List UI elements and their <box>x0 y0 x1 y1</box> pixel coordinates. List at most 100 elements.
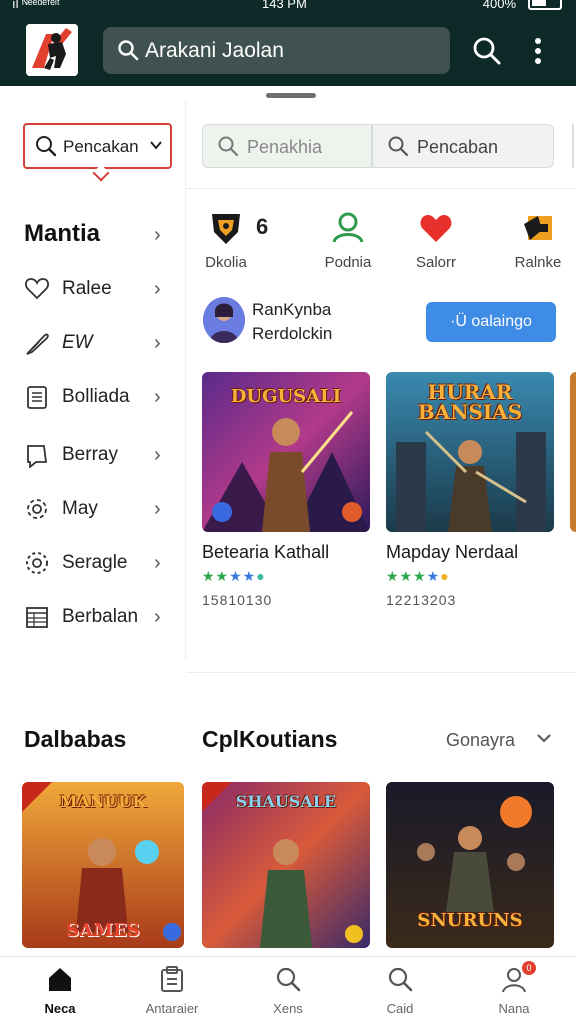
game-card[interactable]: MANUUK SAMES <box>22 782 184 948</box>
category-item[interactable]: Dkolia <box>186 206 266 276</box>
feather-icon <box>24 330 50 356</box>
search-icon <box>35 135 57 162</box>
nav-label: Caid <box>386 1001 414 1016</box>
drag-handle[interactable] <box>266 93 316 98</box>
sidebar-item-label: Ralee <box>62 278 112 299</box>
category-label: Ralnke <box>514 254 562 271</box>
search-icon <box>117 39 139 67</box>
nav-item-profile[interactable]: 0 Nana <box>466 957 562 1024</box>
sidebar-heading: Mantia <box>24 220 101 247</box>
nav-item-clipboard[interactable]: Antaraier <box>124 957 220 1024</box>
sidebar-item[interactable]: Bolliada › <box>0 376 186 420</box>
rating-stars: ★★★★● <box>202 568 266 584</box>
rating-stars: ★★★★● <box>386 568 450 584</box>
sidebar-item[interactable]: May › <box>0 488 186 532</box>
game-thumbnail[interactable]: SNURUNS <box>386 782 554 948</box>
sidebar-item-label: Seragle <box>62 552 128 573</box>
profile-subtitle: Rerdolckin <box>252 324 333 343</box>
nav-label: Nana <box>498 1001 530 1016</box>
game-thumbnail[interactable]: SHAUSALE <box>202 782 370 948</box>
sidebar-item[interactable]: EW › <box>0 322 186 366</box>
chevron-right-icon: › <box>154 552 161 574</box>
game-card[interactable]: DUGUSALI Betearia Kathall ★★★★● 15810130 <box>202 372 372 612</box>
section-title: CplKoutians <box>202 726 338 752</box>
search-input[interactable]: Arakani Jaolan <box>103 27 450 74</box>
heart-icon <box>418 210 454 246</box>
settings-icon <box>24 550 50 576</box>
search-query: Arakani Jaolan <box>145 39 284 62</box>
avatar[interactable] <box>203 297 245 343</box>
chevron-right-icon: › <box>154 332 161 354</box>
app-bar: Arakani Jaolan <box>0 14 576 86</box>
nav-item-search-2[interactable]: Caid <box>352 957 448 1024</box>
filter-scroll-edge <box>572 124 576 168</box>
category-item[interactable]: Ralnke <box>498 206 576 276</box>
thumbnail-title: DUGUSALI <box>230 386 342 407</box>
category-count: 6 <box>256 214 269 239</box>
heart-icon <box>24 276 50 302</box>
search-icon <box>386 965 414 993</box>
game-logo-icon <box>520 210 556 246</box>
filter-chip-1[interactable]: Penakhia <box>202 124 372 168</box>
gear-icon <box>24 496 50 522</box>
chevron-right-icon[interactable]: › <box>154 224 161 247</box>
download-count: 15810130 <box>202 592 273 608</box>
search-icon <box>387 135 409 162</box>
sidebar-item-label: Bolliada <box>62 386 130 407</box>
sidebar: Pencakan Mantia › Ralee › EW › Bolliada … <box>0 100 186 660</box>
thumbnail-title: HURAR BANSIAS <box>417 380 523 424</box>
game-card[interactable]: SHAUSALE <box>202 782 370 948</box>
divider <box>186 672 576 673</box>
sidebar-dropdown[interactable]: Pencakan <box>23 123 172 169</box>
search-icon[interactable] <box>470 34 504 68</box>
category-label: Dkolia <box>205 254 247 271</box>
calendar-icon <box>24 384 50 410</box>
sidebar-item-label: Berray <box>62 444 118 465</box>
category-item[interactable]: Podnia <box>308 206 388 276</box>
category-item[interactable]: Salorr <box>396 206 476 276</box>
game-title: Mapday Nerdaal <box>386 542 519 562</box>
dropdown-label: Pencakan <box>63 137 139 156</box>
game-card[interactable]: HURAR BANSIAS Mapday Nerdaal ★★★★● 12213… <box>386 372 556 612</box>
profile-name: RanKynba <box>252 300 332 319</box>
game-thumbnail[interactable]: DUGUSALI <box>202 372 370 532</box>
search-icon <box>274 965 302 993</box>
sidebar-item-label: Berbalan <box>62 606 139 627</box>
status-bar: ıl ᴺᵉᵉᵈᵉᶠᵉᶦᵗ 143 PM 400% <box>0 0 576 14</box>
sidebar-item-label: May <box>62 498 98 519</box>
game-card-peek[interactable] <box>570 372 576 612</box>
chevron-right-icon: › <box>154 498 161 520</box>
sidebar-item[interactable]: Berbalan › <box>0 596 186 640</box>
user-icon <box>330 210 366 246</box>
filter-label: Penakhia <box>247 137 323 157</box>
game-thumbnail[interactable]: MANUUK SAMES <box>22 782 184 948</box>
signal-status: ıl ᴺᵉᵉᵈᵉᶠᵉᶦᵗ <box>12 0 60 11</box>
chevron-right-icon: › <box>154 386 161 408</box>
search-icon <box>217 135 239 162</box>
sort-dropdown[interactable]: Gonayra <box>446 730 551 751</box>
nav-item-search[interactable]: Xens <box>240 957 336 1024</box>
thumbnail-subtitle: SAMES <box>66 920 140 941</box>
game-card[interactable]: SNURUNS <box>386 782 554 948</box>
nav-label: Antaraier <box>145 1001 199 1016</box>
chevron-right-icon: › <box>154 444 161 466</box>
app-logo[interactable] <box>26 24 78 76</box>
filter-chip-2[interactable]: Pencaban <box>372 124 554 168</box>
game-thumbnail[interactable]: HURAR BANSIAS <box>386 372 554 532</box>
sort-label: Gonayra <box>446 730 516 750</box>
chevron-right-icon: › <box>154 606 161 628</box>
thumbnail-subtitle: SNURUNS <box>417 910 523 931</box>
sidebar-item[interactable]: Berray › <box>0 434 186 478</box>
more-vert-icon[interactable] <box>528 34 548 68</box>
chevron-down-icon <box>149 137 163 157</box>
bottom-nav: Neca Antaraier Xens Caid 0 Nana <box>0 956 576 1024</box>
battery-icon <box>528 0 562 10</box>
nav-item-home[interactable]: Neca <box>12 957 108 1024</box>
follow-button[interactable]: ·Ü oalaingo <box>426 302 556 342</box>
divider <box>186 188 576 189</box>
sidebar-item[interactable]: Seragle › <box>0 542 186 586</box>
sidebar-item[interactable]: Ralee › <box>0 268 186 312</box>
thumbnail-title: MANUUK <box>59 792 147 811</box>
battery-percent: 400% <box>482 0 516 11</box>
notification-badge: 0 <box>522 961 536 975</box>
